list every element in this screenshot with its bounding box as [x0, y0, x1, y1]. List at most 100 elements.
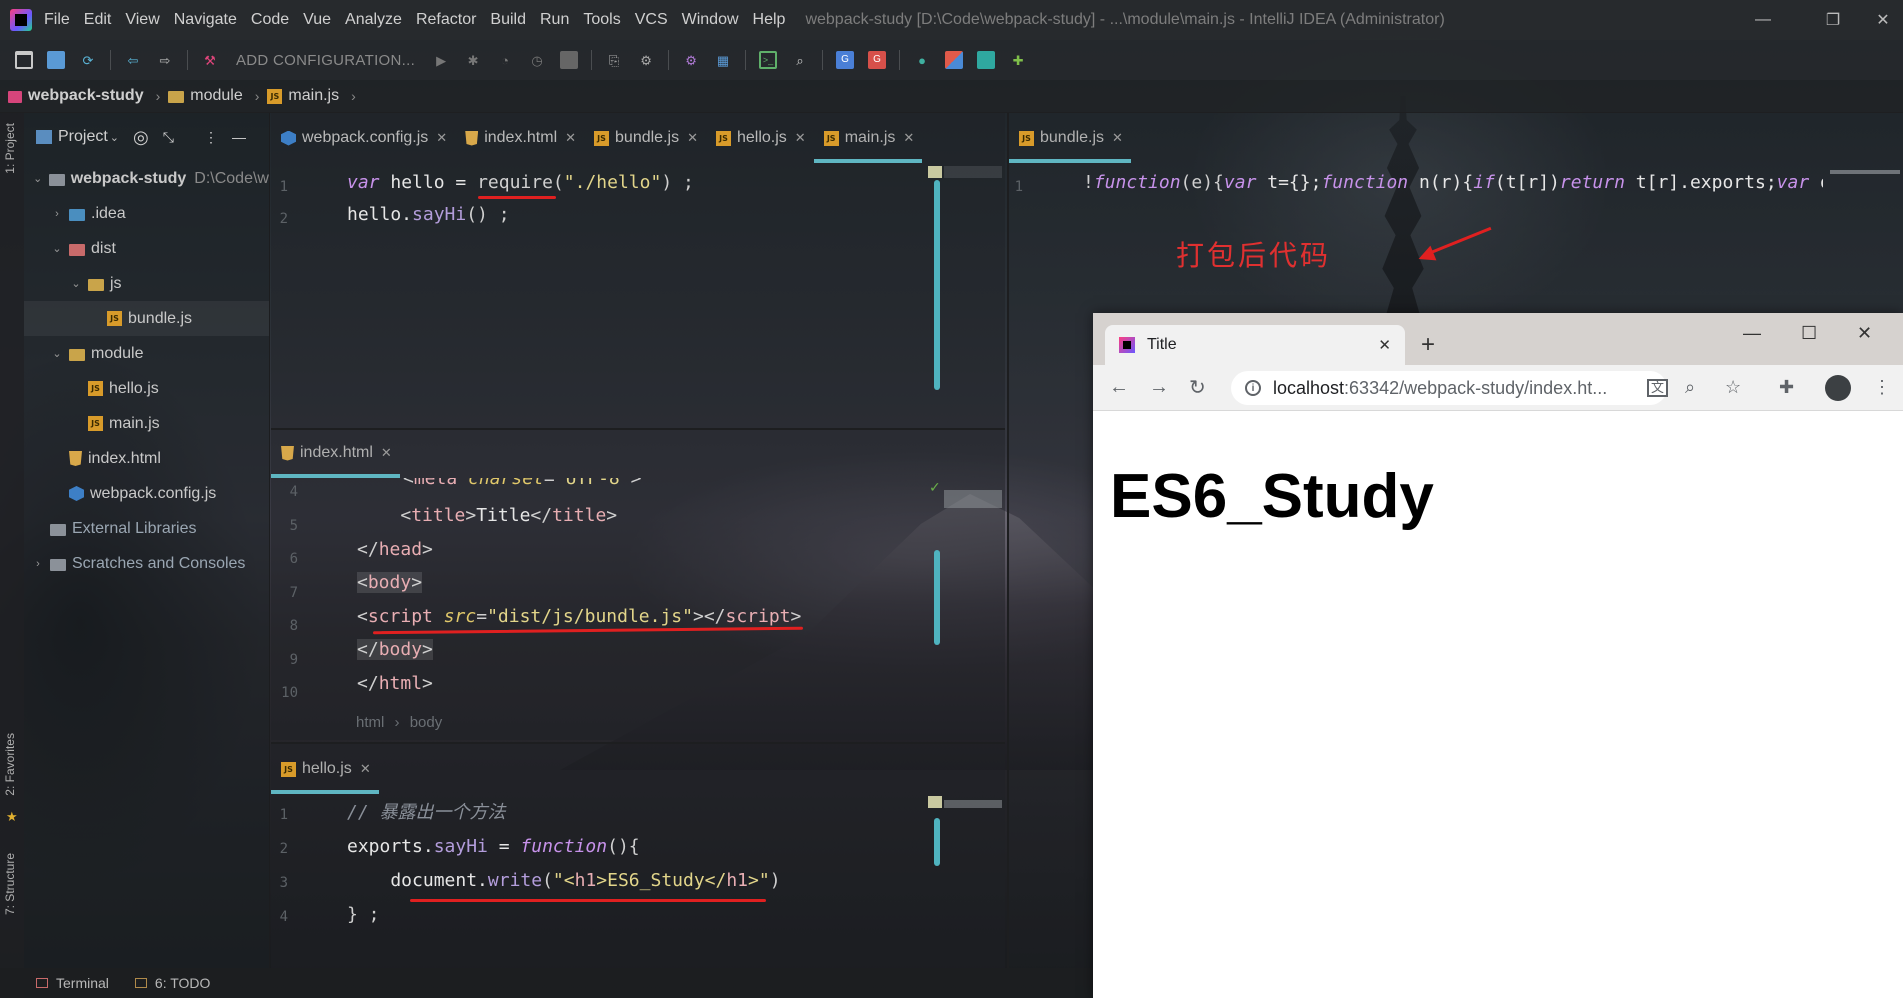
tree-item-idea[interactable]: › .idea: [24, 196, 269, 231]
extensions-puzzle-icon[interactable]: ✚: [1779, 377, 1794, 398]
menu-code[interactable]: Code: [251, 11, 289, 29]
tree-item-index-html[interactable]: index.html: [24, 441, 269, 476]
browser-close-button[interactable]: ✕: [1857, 323, 1872, 344]
terminal-tool-button[interactable]: Terminal: [36, 975, 109, 991]
chevron-down-icon[interactable]: ⌄: [30, 172, 45, 185]
coverage-icon[interactable]: ◔: [496, 51, 514, 69]
forward-arrow-icon[interactable]: →: [1149, 376, 1169, 399]
project-view-selector[interactable]: Project: [58, 128, 108, 146]
tree-item-hello-js[interactable]: JS hello.js: [24, 371, 269, 406]
tree-item-external-libraries[interactable]: External Libraries: [24, 511, 269, 546]
bundle-js-code[interactable]: !function(e){var t={};function n(r){if(t…: [1083, 167, 1823, 199]
breadcrumb-project[interactable]: webpack-study: [8, 87, 144, 105]
menu-vcs[interactable]: VCS: [635, 11, 668, 29]
menu-build[interactable]: Build: [490, 11, 526, 29]
close-tab-icon[interactable]: ✕: [687, 130, 698, 146]
tree-item-dist[interactable]: ⌄ dist: [24, 231, 269, 266]
translate-icon[interactable]: G: [836, 51, 855, 69]
tab-index-html[interactable]: index.html ✕: [455, 113, 584, 163]
collapse-all-icon[interactable]: ⤡: [163, 129, 174, 146]
save-icon[interactable]: [47, 51, 65, 69]
translate-alt-icon[interactable]: G: [868, 51, 887, 69]
sync-icon[interactable]: ⟳: [79, 51, 97, 69]
chevron-down-icon[interactable]: ⌄: [68, 277, 84, 290]
chevron-down-icon[interactable]: ⌄: [49, 347, 65, 360]
run-icon[interactable]: ▶: [432, 51, 450, 69]
modules-icon[interactable]: ▦: [714, 51, 732, 69]
close-tab-icon[interactable]: ✕: [1378, 336, 1391, 354]
debug-icon[interactable]: ✱: [464, 51, 482, 69]
close-tab-icon[interactable]: ✕: [903, 130, 914, 146]
menu-view[interactable]: View: [125, 11, 159, 29]
menu-help[interactable]: Help: [753, 11, 786, 29]
close-tab-icon[interactable]: ✕: [1112, 130, 1123, 146]
editor-scrollbar[interactable]: [934, 550, 940, 645]
address-bar[interactable]: i localhost:63342/webpack-study/index.ht…: [1231, 371, 1667, 405]
plugin-grid-icon[interactable]: [945, 51, 964, 69]
editor-scrollbar[interactable]: [934, 180, 940, 390]
tree-item-bundle-js[interactable]: JS bundle.js: [24, 301, 269, 336]
hello-js-code[interactable]: // 暴露出一个方法 exports.sayHi = function(){ d…: [347, 796, 781, 932]
tree-item-webpack-config-js[interactable]: webpack.config.js: [24, 476, 269, 511]
open-folder-icon[interactable]: [15, 51, 33, 69]
new-tab-button[interactable]: +: [1421, 331, 1435, 359]
tab-webpack-config-js[interactable]: webpack.config.js ✕: [271, 113, 455, 163]
locate-target-icon[interactable]: ◎: [133, 127, 149, 148]
tree-item-main-js[interactable]: JS main.js: [24, 406, 269, 441]
tool-tab-structure[interactable]: 7: Structure: [3, 853, 17, 915]
browser-minimize-button[interactable]: —: [1743, 323, 1761, 344]
info-icon[interactable]: i: [1245, 380, 1261, 396]
menu-edit[interactable]: Edit: [84, 11, 112, 29]
chevron-down-icon[interactable]: ⌄: [49, 242, 65, 255]
chevron-down-icon[interactable]: ⌄: [110, 131, 119, 144]
plugins-puzzle-icon[interactable]: ✚: [1009, 51, 1027, 69]
tab-bundle-js[interactable]: JS bundle.js ✕: [584, 113, 706, 163]
tree-item-js[interactable]: ⌄ js: [24, 266, 269, 301]
todo-tool-button[interactable]: 6: TODO: [134, 975, 210, 991]
back-arrow-icon[interactable]: ←: [1109, 376, 1129, 399]
tab-bundle-js[interactable]: JS bundle.js ✕: [1009, 113, 1131, 163]
back-icon[interactable]: ⇦: [124, 51, 142, 69]
browser-menu-icon[interactable]: ⋮: [1873, 377, 1891, 398]
run-configuration-selector[interactable]: ADD CONFIGURATION...: [236, 52, 415, 69]
forward-icon[interactable]: ⇨: [156, 51, 174, 69]
close-tab-icon[interactable]: ✕: [360, 761, 371, 777]
menu-refactor[interactable]: Refactor: [416, 11, 476, 29]
stop-icon[interactable]: [560, 51, 579, 69]
profile-avatar-icon[interactable]: [1825, 375, 1851, 401]
tab-main-js[interactable]: JS main.js ✕: [813, 113, 923, 163]
tool-tab-project[interactable]: 1: Project: [3, 123, 17, 174]
browser-maximize-button[interactable]: ☐: [1801, 323, 1817, 344]
editor-scrollbar[interactable]: [934, 818, 940, 866]
menu-window[interactable]: Window: [682, 11, 739, 29]
build-hammer-icon[interactable]: ⚒: [201, 51, 219, 69]
more-options-icon[interactable]: ⋮: [204, 129, 218, 146]
close-tab-icon[interactable]: ✕: [565, 130, 576, 146]
editor-crumb-html[interactable]: html: [356, 714, 384, 731]
tab-hello-js[interactable]: JS hello.js ✕: [706, 113, 814, 163]
close-window-button[interactable]: ✕: [1853, 0, 1903, 40]
tree-item-webpack-study[interactable]: ⌄ webpack-study D:\Code\w: [24, 161, 269, 196]
menu-run[interactable]: Run: [540, 11, 569, 29]
terminal-icon[interactable]: >_: [759, 51, 778, 69]
profile-icon[interactable]: ◷: [528, 51, 546, 69]
bookmark-star-icon[interactable]: ☆: [1725, 377, 1741, 398]
search-icon[interactable]: ⌕: [791, 51, 809, 69]
close-tab-icon[interactable]: ✕: [436, 130, 447, 146]
editor-crumb-body[interactable]: body: [410, 714, 443, 731]
tab-index-html[interactable]: index.html ✕: [271, 428, 400, 478]
project-structure-icon[interactable]: ⚙: [637, 51, 655, 69]
plugin-square-icon[interactable]: [977, 51, 996, 69]
menu-analyze[interactable]: Analyze: [345, 11, 402, 29]
menu-navigate[interactable]: Navigate: [174, 11, 237, 29]
tree-item-scratches-and-consoles[interactable]: › Scratches and Consoles: [24, 546, 269, 581]
plugin-circle-icon[interactable]: ●: [913, 51, 931, 69]
close-tab-icon[interactable]: ✕: [381, 445, 392, 461]
main-js-code[interactable]: var hello = require("./hello") ; hello.s…: [347, 167, 694, 231]
menu-vue[interactable]: Vue: [303, 11, 331, 29]
menu-file[interactable]: File: [44, 11, 70, 29]
hide-panel-icon[interactable]: —: [232, 129, 246, 145]
tab-hello-js[interactable]: JS hello.js ✕: [271, 744, 379, 794]
reload-icon[interactable]: ↻: [1189, 375, 1206, 400]
settings-icon[interactable]: ⚙: [682, 51, 700, 69]
